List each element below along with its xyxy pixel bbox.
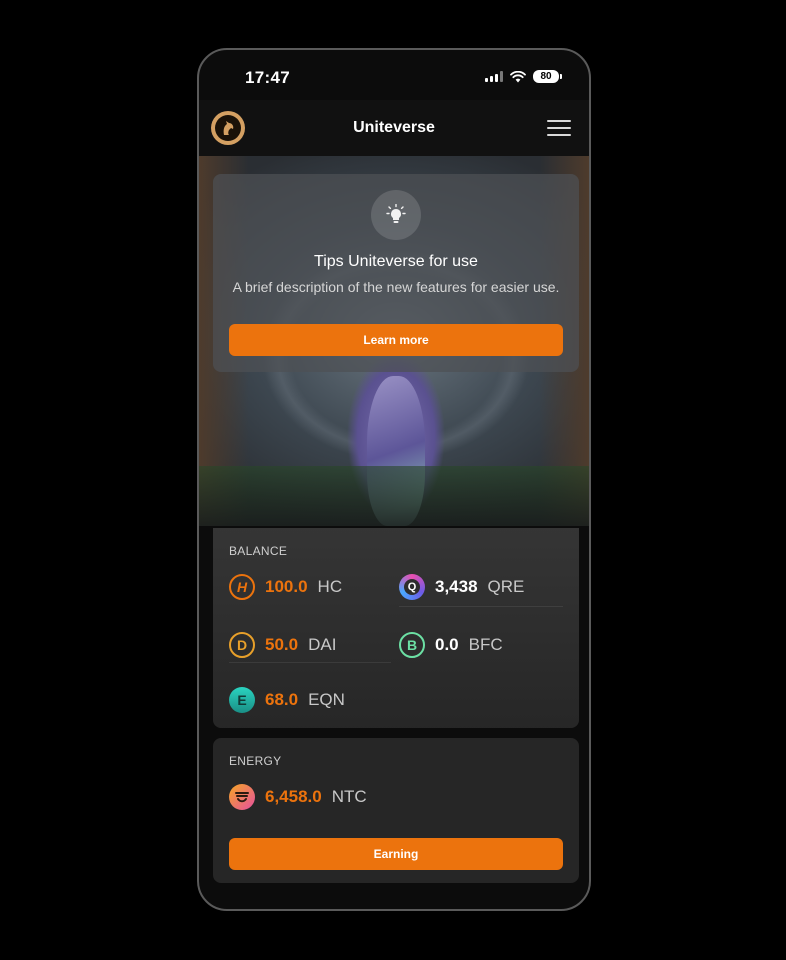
energy-unit: NTC (331, 787, 367, 806)
balance-unit: QRE (487, 577, 525, 596)
balance-amount: 50.0 (265, 635, 299, 654)
energy-card: ENERGY 6,458.0 NTC Earning (213, 738, 579, 883)
balance-amount: 68.0 (265, 690, 299, 709)
qre-coin-icon: Q (399, 574, 425, 600)
eqn-coin-icon: E (229, 687, 255, 713)
lightbulb-icon (371, 190, 421, 240)
tips-description: A brief description of the new features … (232, 279, 560, 295)
balance-item-eqn[interactable]: E 68.0 EQN (229, 687, 345, 713)
balance-item-qre[interactable]: Q 3,438 QRE (399, 574, 524, 600)
tips-card: Tips Uniteverse for use A brief descript… (213, 174, 579, 372)
balance-unit: DAI (308, 635, 337, 654)
app-title: Uniteverse (353, 119, 435, 136)
balance-unit: HC (317, 577, 343, 596)
status-time: 17:47 (245, 68, 290, 87)
balance-item-hc[interactable]: H 100.0 HC (229, 574, 342, 600)
balance-amount: 100.0 (265, 577, 308, 596)
hamburger-menu-icon[interactable] (547, 120, 571, 136)
status-icons: 80 (485, 70, 562, 83)
balance-card: BALANCE H 100.0 HC Q 3,438 QRE D 50.0 DA… (213, 528, 579, 728)
balance-amount: 0.0 (435, 635, 459, 654)
tips-title: Tips Uniteverse for use (314, 253, 478, 270)
dai-coin-icon: D (229, 632, 255, 658)
divider (399, 606, 563, 607)
energy-amount: 6,458.0 (265, 787, 322, 806)
energy-item-ntc[interactable]: 6,458.0 NTC (229, 784, 367, 810)
battery-indicator: 80 (533, 70, 562, 83)
learn-more-button[interactable]: Learn more (229, 324, 563, 356)
qre-coin-symbol: Q (404, 579, 420, 595)
wifi-icon (510, 70, 526, 82)
cellular-signal-icon (485, 71, 503, 82)
balance-item-bfc[interactable]: B 0.0 BFC (399, 632, 503, 658)
balance-amount: 3,438 (435, 577, 478, 596)
ntc-coin-icon (229, 784, 255, 810)
earning-button[interactable]: Earning (229, 838, 563, 870)
balance-unit: BFC (468, 635, 503, 654)
divider (229, 662, 391, 663)
phone-frame: 17:47 80 Uniteverse Tips Uniteverse for … (197, 48, 591, 911)
hc-coin-icon: H (229, 574, 255, 600)
balance-unit: EQN (308, 690, 345, 709)
top-navbar: Uniteverse (199, 100, 589, 156)
status-bar: 17:47 80 (199, 50, 589, 100)
energy-label: ENERGY (229, 754, 282, 768)
balance-item-dai[interactable]: D 50.0 DAI (229, 632, 336, 658)
bfc-coin-icon: B (399, 632, 425, 658)
balance-label: BALANCE (229, 544, 288, 558)
